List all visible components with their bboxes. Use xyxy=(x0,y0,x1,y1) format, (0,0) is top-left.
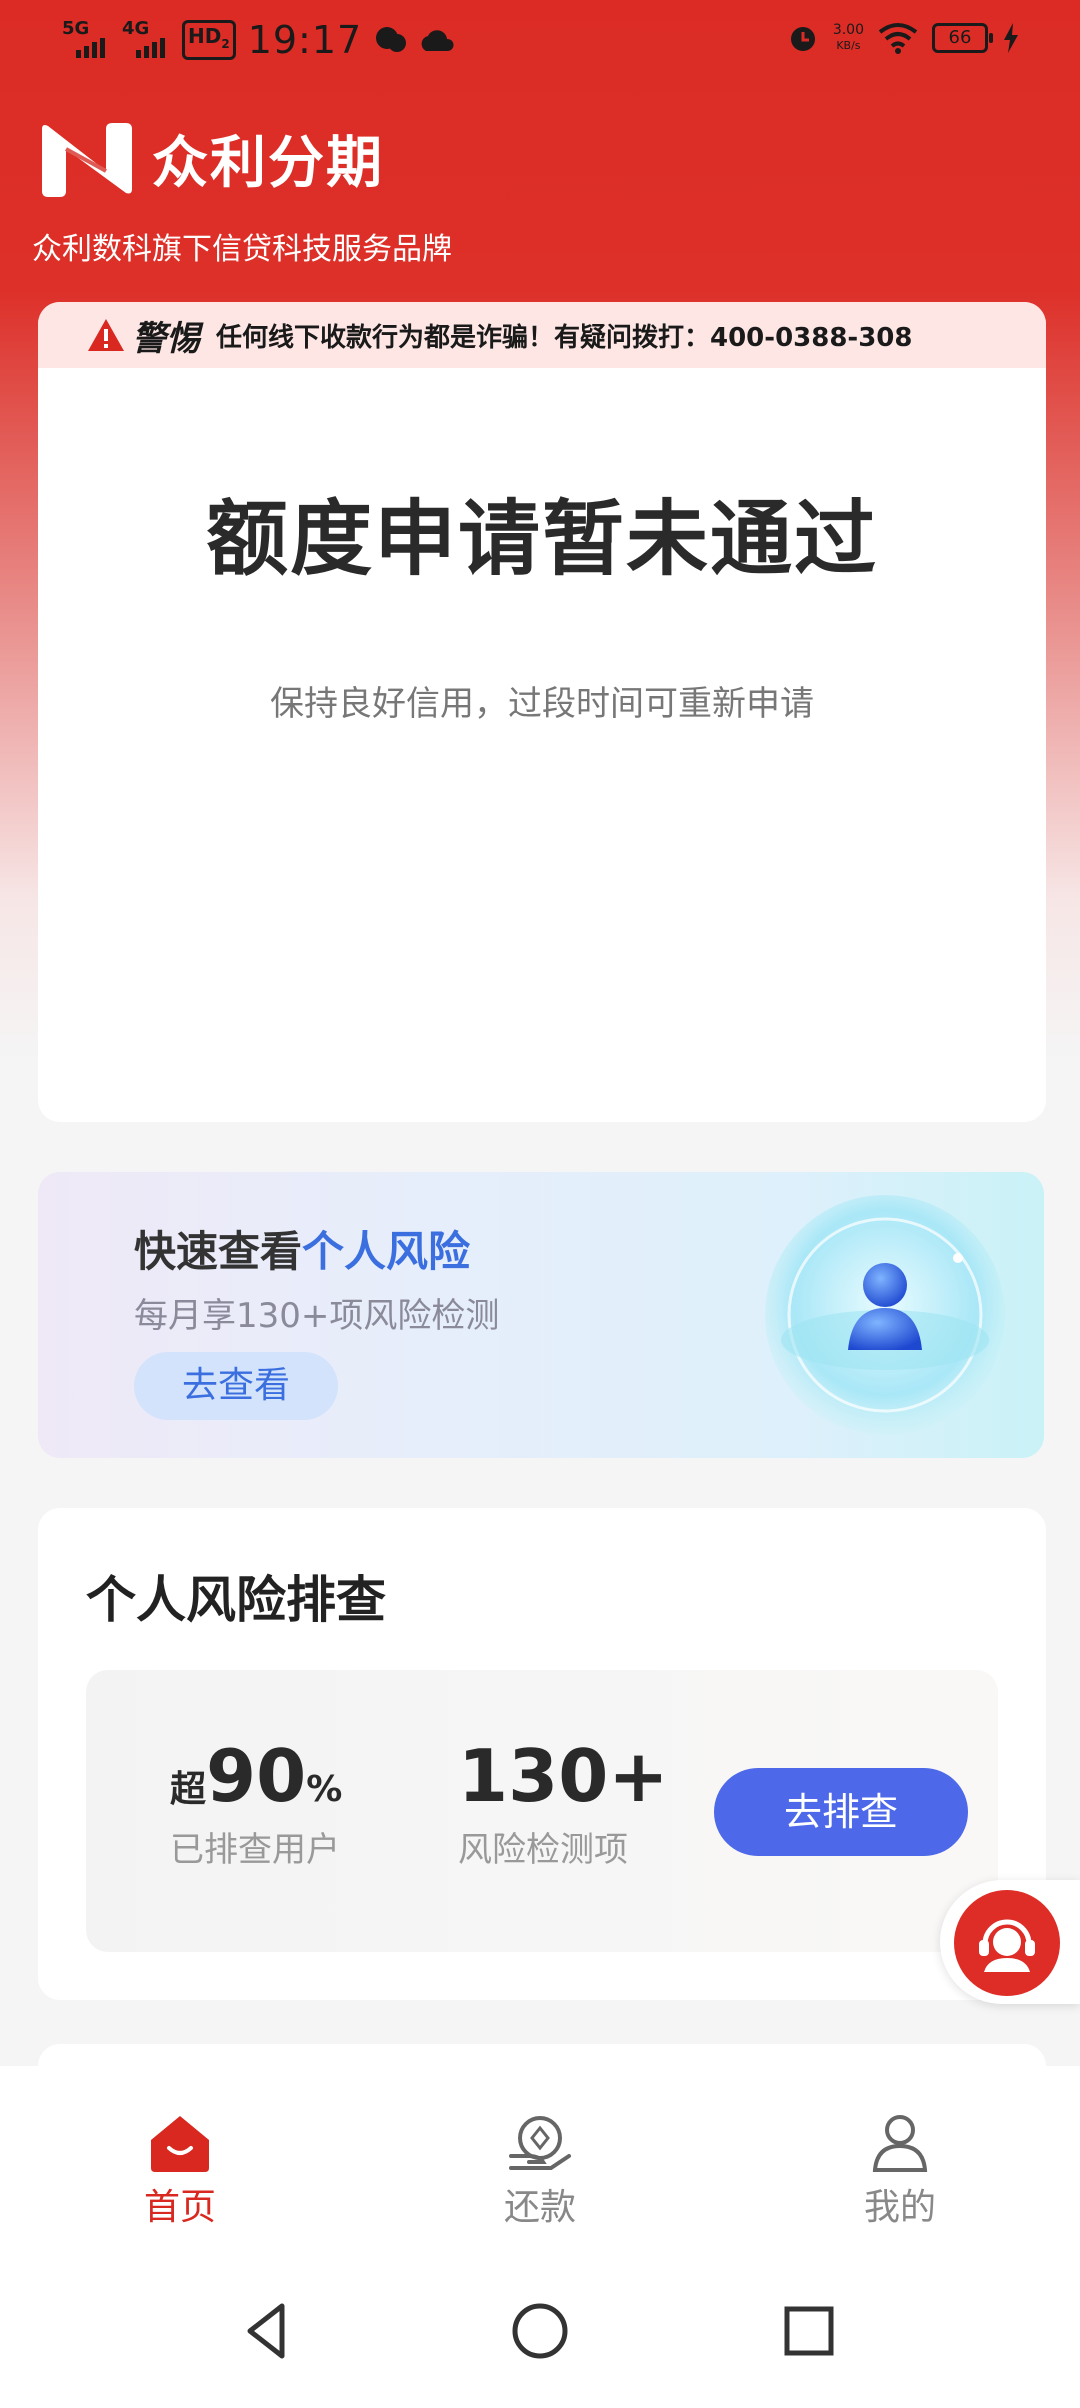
signal-label: 5G xyxy=(62,18,90,39)
customer-service-circle xyxy=(954,1890,1060,1996)
risk-orb-icon xyxy=(765,1195,1005,1435)
risk-banner-title-highlight: 个人风险 xyxy=(302,1227,471,1276)
stat2-value: 130+ xyxy=(458,1734,669,1818)
tab-home[interactable]: 首页 xyxy=(90,2112,270,2230)
stat1-label: 已排查用户 xyxy=(170,1830,340,1870)
status-title: 额度申请暂未通过 xyxy=(205,492,878,587)
start-risk-check-button[interactable]: 去排查 xyxy=(714,1768,968,1856)
stat-risk-items: 130+ 风险检测项 xyxy=(458,1736,669,1871)
application-status-card: 警惕 任何线下收款行为都是诈骗！有疑问拨打：400-0388-308 额度申请暂… xyxy=(38,302,1046,1122)
brand-logo: 众利分期 xyxy=(36,118,384,199)
tab-home-label: 首页 xyxy=(143,2187,216,2228)
warning-title: 警惕 xyxy=(132,318,200,359)
status-subtitle: 保持良好信用，过段时间可重新申请 xyxy=(270,684,814,724)
tab-repay[interactable]: 还款 xyxy=(450,2112,630,2230)
stat1-prefix: 超 xyxy=(170,1769,207,1810)
alarm-icon xyxy=(790,27,815,51)
tab-mine-label: 我的 xyxy=(863,2187,936,2228)
status-bar: 5G 4G HD2 19:17 3.00 KB/s 66 xyxy=(0,0,1080,80)
warning-text[interactable]: 任何线下收款行为都是诈骗！有疑问拨打：400-0388-308 xyxy=(216,317,913,354)
risk-banner[interactable]: 快速查看个人风险 每月享130+项风险检测 去查看 xyxy=(38,1172,1044,1458)
hd-badge: HD2 xyxy=(182,20,236,60)
view-risk-button[interactable]: 去查看 xyxy=(134,1352,338,1420)
battery-icon: 66 xyxy=(932,23,993,53)
tab-repay-label: 还款 xyxy=(503,2187,576,2228)
hd-sub: 2 xyxy=(221,37,230,51)
logo-mark-icon xyxy=(42,122,132,197)
home-circle-icon[interactable] xyxy=(505,2296,575,2366)
stat-users-checked: 超90% 已排查用户 xyxy=(170,1736,342,1871)
stat1-suffix: % xyxy=(306,1769,343,1810)
cloud-notification-icon xyxy=(421,30,454,51)
stat1-value: 90 xyxy=(206,1734,307,1818)
repay-icon xyxy=(509,2116,571,2170)
risk-check-stats: 超90% 已排查用户 130+ 风险检测项 去排查 xyxy=(86,1670,998,1952)
signal-4g-icon: 4G xyxy=(122,20,170,60)
back-icon[interactable] xyxy=(232,2296,302,2366)
customer-service-icon xyxy=(979,1919,1035,1972)
signal-label: 4G xyxy=(122,18,150,39)
wifi-icon xyxy=(878,23,918,54)
risk-banner-subtitle: 每月享130+项风险检测 xyxy=(134,1296,500,1336)
clock: 19:17 xyxy=(247,18,363,62)
user-icon xyxy=(872,2115,928,2172)
chat-notification-icon xyxy=(376,27,407,52)
bottom-tab-bar: 首页 还款 我的 xyxy=(0,2066,1080,2248)
battery-level: 66 xyxy=(948,27,972,48)
risk-check-title: 个人风险排查 xyxy=(86,1571,386,1629)
risk-check-card: 个人风险排查 超90% 已排查用户 130+ 风险检测项 去排查 xyxy=(38,1508,1046,2000)
fraud-warning-bar: 警惕 任何线下收款行为都是诈骗！有疑问拨打：400-0388-308 xyxy=(38,302,1046,368)
recents-icon[interactable] xyxy=(774,2296,844,2366)
tab-mine[interactable]: 我的 xyxy=(810,2112,990,2230)
charging-icon xyxy=(1004,23,1018,53)
customer-service-button[interactable] xyxy=(940,1880,1080,2004)
net-speed: 3.00 KB/s xyxy=(833,23,864,53)
system-navigation-bar xyxy=(0,2248,1080,2408)
slogan: 众利数科旗下信贷科技服务品牌 xyxy=(32,232,452,267)
stat2-label: 风险检测项 xyxy=(458,1830,628,1870)
hd-text: HD xyxy=(188,24,222,48)
warning-icon xyxy=(88,319,124,351)
home-icon xyxy=(151,2116,209,2172)
risk-banner-title-plain: 快速查看 xyxy=(134,1227,303,1276)
risk-banner-title: 快速查看个人风险 xyxy=(134,1218,470,1279)
net-speed-value: 3.00 xyxy=(832,22,864,38)
net-speed-unit: KB/s xyxy=(836,39,861,52)
signal-5g-icon: 5G xyxy=(62,20,110,60)
brand-name: 众利分期 xyxy=(152,131,384,196)
